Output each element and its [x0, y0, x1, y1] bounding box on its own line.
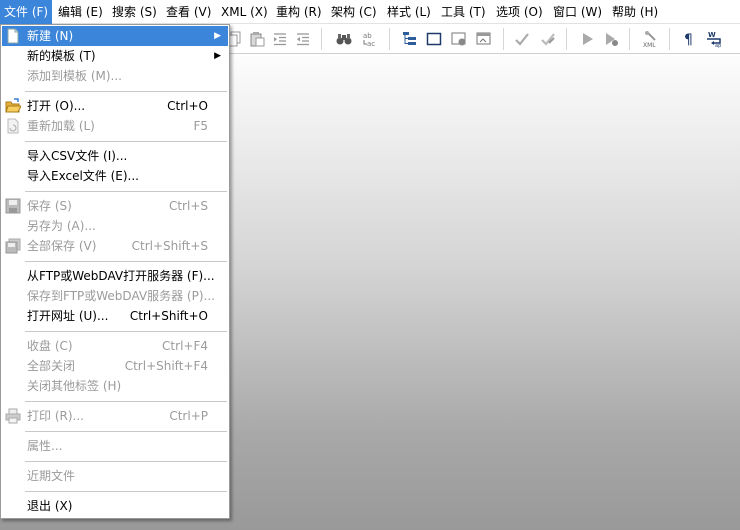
word-wrap-icon[interactable]: Wap — [704, 29, 724, 49]
toolbar-separator — [566, 28, 567, 50]
menu-view[interactable]: 查看 (V) — [162, 0, 215, 24]
submenu-arrow-icon: ▶ — [214, 31, 221, 41]
menu-separator — [25, 91, 227, 92]
menu-bar: 文件 (F) 编辑 (E) 搜索 (S) 查看 (V) XML (X) 重构 (… — [0, 0, 740, 24]
menu-help[interactable]: 帮助 (H) — [608, 0, 662, 24]
menu-item-exit[interactable]: 退出 (X) — [2, 496, 228, 516]
svg-text:ap: ap — [715, 43, 721, 48]
menu-item-recent-files: 近期文件 — [27, 469, 76, 483]
toolbar-separator — [503, 28, 504, 50]
grid-view-icon[interactable] — [449, 29, 469, 49]
menu-edit[interactable]: 编辑 (E) — [54, 0, 107, 24]
pilcrow-icon[interactable]: ¶ — [679, 29, 699, 49]
menu-item-reload: 重新加载 (L) F5 — [2, 116, 228, 136]
menu-separator — [25, 401, 227, 402]
menu-item-new[interactable]: 新建 (N) ▶ — [2, 26, 228, 46]
new-document-icon — [5, 28, 21, 44]
xml-tools-icon[interactable]: XML — [641, 29, 661, 49]
menu-options[interactable]: 选项 (O) — [492, 0, 547, 24]
menu-file[interactable]: 文件 (F) — [0, 0, 53, 24]
outdent-icon[interactable] — [293, 29, 313, 49]
menu-separator — [25, 191, 227, 192]
svg-text:W: W — [708, 31, 716, 39]
run-icon[interactable] — [577, 29, 597, 49]
debug-icon[interactable] — [601, 29, 621, 49]
menu-separator — [25, 141, 227, 142]
menu-item-open-ftp[interactable]: 从FTP或WebDAV打开服务器 (F)... — [2, 266, 228, 286]
svg-text:¶: ¶ — [684, 32, 693, 47]
menu-separator — [25, 461, 227, 462]
file-menu-dropdown: 新建 (N) ▶ 新的模板 (T) ▶ 添加到模板 (M)... 打开 (O).… — [0, 24, 230, 519]
menu-window[interactable]: 窗口 (W) — [549, 0, 606, 24]
menu-refactor[interactable]: 重构 (R) — [272, 0, 326, 24]
menu-xml[interactable]: XML (X) — [217, 0, 272, 24]
menu-separator — [25, 491, 227, 492]
open-folder-icon — [5, 98, 22, 114]
toolbar-separator — [669, 28, 670, 50]
toolbar-separator — [629, 28, 630, 50]
menu-tools[interactable]: 工具 (T) — [437, 0, 490, 24]
submenu-arrow-icon: ▶ — [214, 51, 221, 61]
svg-text:XML: XML — [643, 42, 656, 48]
menu-item-close-other-tabs: 关闭其他标签 (H) — [27, 379, 122, 393]
menu-item-save-all: 全部保存 (V) Ctrl+Shift+S — [2, 236, 228, 256]
svg-text:ab: ab — [363, 32, 372, 40]
indent-icon[interactable] — [270, 29, 290, 49]
toolbar-separator — [389, 28, 390, 50]
menu-item-close: 收盘 (C) Ctrl+F4 — [27, 339, 208, 353]
menu-separator — [25, 331, 227, 332]
menu-item-add-to-template: 添加到模板 (M)... — [27, 69, 122, 83]
menu-search[interactable]: 搜索 (S) — [108, 0, 161, 24]
menu-item-open[interactable]: 打开 (O)... Ctrl+O — [2, 96, 228, 116]
menu-separator — [25, 431, 227, 432]
menu-item-import-csv[interactable]: 导入CSV文件 (I)... — [2, 146, 228, 166]
paste-icon[interactable] — [247, 29, 267, 49]
menu-item-save-as: 另存为 (A)... — [27, 219, 96, 233]
svg-text:ac: ac — [367, 40, 375, 48]
save-all-icon — [5, 238, 21, 254]
menu-style[interactable]: 样式 (L) — [383, 0, 435, 24]
menu-item-open-url[interactable]: 打开网址 (U)... Ctrl+Shift+O — [2, 306, 228, 326]
menu-item-properties: 属性... — [27, 439, 63, 453]
toolbar-separator — [321, 28, 322, 50]
printer-icon — [5, 408, 21, 424]
browser-view-icon[interactable] — [474, 29, 494, 49]
menu-item-new-from-template[interactable]: 新的模板 (T) ▶ — [2, 46, 228, 66]
save-icon — [5, 198, 21, 214]
menu-separator — [25, 261, 227, 262]
menu-item-save: 保存 (S) Ctrl+S — [2, 196, 228, 216]
validate-icon[interactable] — [538, 29, 558, 49]
menu-item-close-all: 全部关闭 Ctrl+Shift+F4 — [27, 359, 208, 373]
find-icon[interactable] — [334, 29, 354, 49]
check-wellformed-icon[interactable] — [512, 29, 532, 49]
replace-icon[interactable]: ab ac — [360, 29, 380, 49]
reload-icon — [5, 118, 21, 134]
menu-item-save-ftp: 保存到FTP或WebDAV服务器 (P)... — [27, 289, 215, 303]
tree-view-icon[interactable] — [400, 29, 420, 49]
text-view-icon[interactable] — [424, 29, 444, 49]
menu-schema[interactable]: 架构 (C) — [327, 0, 381, 24]
menu-item-print: 打印 (R)... Ctrl+P — [2, 406, 228, 426]
menu-item-import-excel[interactable]: 导入Excel文件 (E)... — [2, 166, 228, 186]
